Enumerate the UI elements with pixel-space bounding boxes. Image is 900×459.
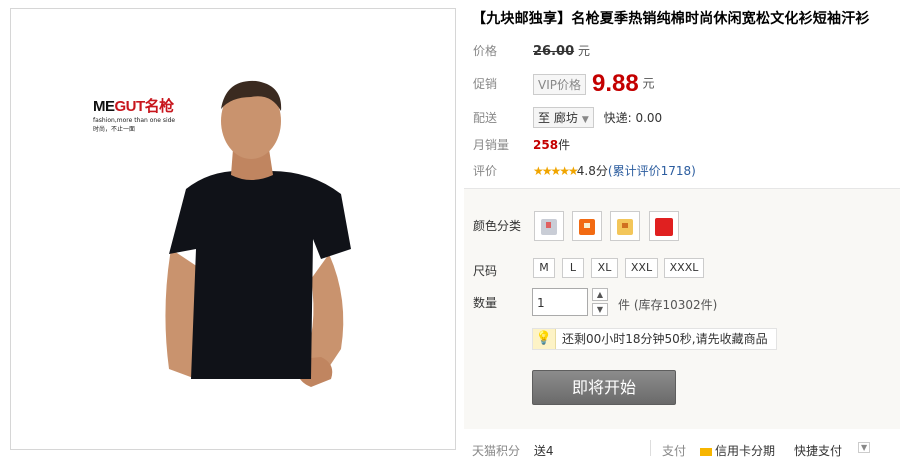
size-option-xxl[interactable]: XXL [625, 258, 658, 278]
size-option-l[interactable]: L [562, 258, 584, 278]
price-row: 价格 26.00 元 [473, 42, 590, 59]
promo-label: 促销 [473, 76, 498, 91]
price-label: 价格 [473, 44, 498, 58]
size-option-xxxl[interactable]: XXXL [664, 258, 704, 278]
color-swatch-light-gray[interactable] [534, 211, 564, 241]
color-swatch-yellow[interactable] [610, 211, 640, 241]
credit-card-icon [700, 447, 712, 456]
product-image-frame[interactable]: MEGUT名枪 fashion,more than one side 时尚，不止… [10, 8, 456, 450]
delivery-label: 配送 [473, 111, 498, 125]
review-count-link[interactable]: (累计评价1718) [608, 164, 696, 178]
price-unit: 元 [577, 44, 590, 58]
countdown-notice: 💡 还剩00小时18分钟50秒,请先收藏商品 [532, 328, 777, 350]
sales-count: 258 [533, 138, 559, 152]
quick-pay[interactable]: 快捷支付 [794, 442, 842, 459]
rating-row: 评价 ★★★★★4.8分(累计评价1718) [473, 162, 696, 179]
footer-row: 天猫积分 送4 支付 信用卡分期 快捷支付 ▼ [472, 442, 900, 459]
model-photo [165, 80, 351, 387]
promo-unit: 元 [642, 76, 655, 91]
coming-soon-button[interactable]: 即将开始 [532, 370, 676, 405]
countdown-text: 还剩00小时18分钟50秒,请先收藏商品 [562, 332, 768, 346]
quantity-decrease-button[interactable]: ▼ [592, 303, 608, 316]
size-option-m[interactable]: M [533, 258, 555, 278]
color-swatch-orange[interactable] [572, 211, 602, 241]
star-rating-icon: ★★★★★ [533, 164, 579, 178]
quantity-input[interactable]: 1 [532, 288, 588, 316]
sales-label: 月销量 [473, 138, 510, 152]
promo-price: 9.88 [592, 70, 639, 97]
sales-unit: 件 [558, 138, 571, 152]
promo-row: 促销 VIP价格 9.88 元 [473, 70, 655, 98]
size-option-xl[interactable]: XL [591, 258, 618, 278]
vip-badge: VIP价格 [533, 73, 586, 95]
express-fee: 快递: 0.00 [603, 111, 663, 125]
quantity-label: 数量 [473, 296, 498, 310]
delivery-row: 配送 至 廊坊 ▼ 快递: 0.00 [473, 107, 662, 128]
chevron-down-icon[interactable]: ▼ [858, 442, 871, 453]
color-swatch-red[interactable] [649, 211, 679, 241]
product-title: 【九块邮独享】名枪夏季热销纯棉时尚休闲宽松文化衫短袖汗衫 [472, 11, 870, 27]
stock-text: 件 (库存10302件) [618, 298, 718, 312]
rating-label: 评价 [473, 164, 498, 178]
lightbulb-icon: 💡 [533, 329, 556, 349]
sales-row: 月销量 258件 [473, 136, 570, 153]
payment-label: 支付 [662, 444, 687, 458]
quantity-increase-button[interactable]: ▲ [592, 288, 608, 301]
original-price: 26.00 [533, 44, 575, 59]
chevron-down-icon: ▼ [581, 115, 589, 125]
credit-card-installment[interactable]: 信用卡分期 [700, 442, 775, 459]
destination-value: 廊坊 [553, 111, 578, 125]
rating-score: 4.8分 [576, 164, 608, 178]
size-label: 尺码 [473, 264, 498, 278]
destination-select[interactable]: 至 廊坊 ▼ [533, 107, 594, 128]
color-label: 颜色分类 [473, 219, 522, 233]
